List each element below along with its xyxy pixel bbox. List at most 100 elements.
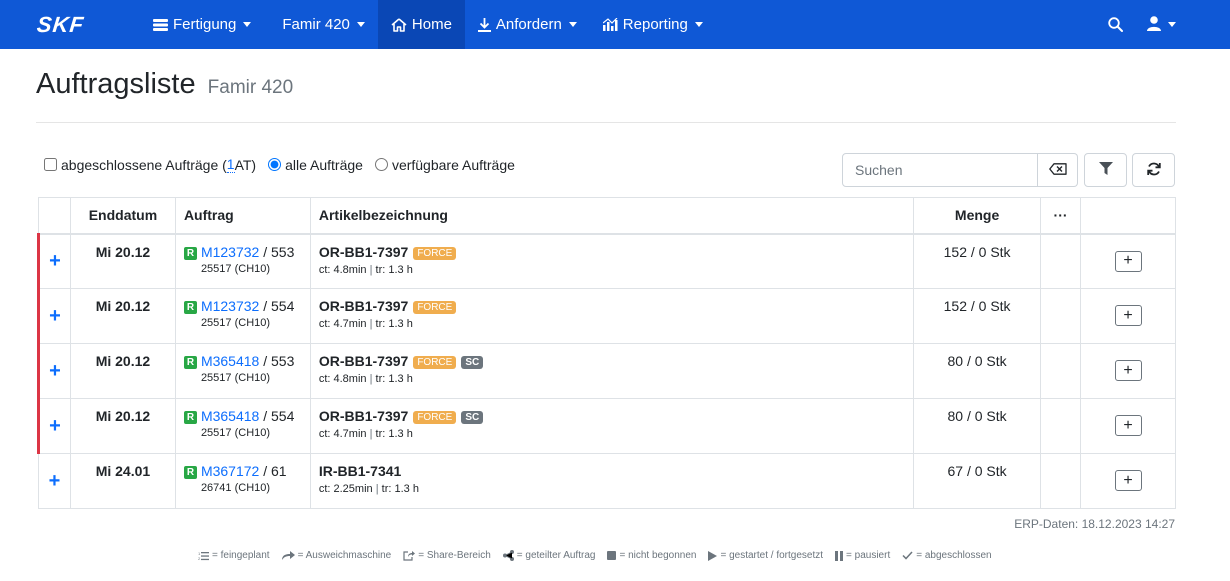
nav-reporting-label: Reporting: [622, 16, 688, 33]
expand-plus-icon[interactable]: +: [49, 250, 61, 272]
table-row[interactable]: + Mi 20.12 R M123732 / 554 25517 (CH10) O…: [37, 288, 1176, 344]
search-input[interactable]: [842, 153, 1038, 187]
action-cell: +: [1080, 288, 1176, 344]
completed-count-link[interactable]: 1: [226, 156, 235, 173]
filter-button[interactable]: [1084, 153, 1127, 187]
order-cell: R M123732 / 553 25517 (CH10): [174, 233, 311, 289]
enddate-cell: Mi 20.12: [69, 343, 176, 399]
article-meta: ct: 4.7min | tr: 1.3 h: [319, 428, 905, 440]
operation-number: / 61: [259, 463, 287, 479]
user-menu[interactable]: [1147, 0, 1230, 49]
all-orders-filter[interactable]: alle Aufträge: [268, 157, 363, 173]
completed-orders-checkbox[interactable]: [44, 158, 57, 171]
order-cell: R M367172 / 61 26741 (CH10): [174, 453, 311, 509]
expand-cell[interactable]: +: [37, 398, 71, 454]
force-badge: FORCE: [413, 356, 457, 369]
expand-cell[interactable]: +: [37, 233, 71, 289]
expand-cell[interactable]: +: [37, 288, 71, 344]
header-quantity[interactable]: Menge: [913, 197, 1042, 235]
cycle-time: ct: 4.8min: [318, 373, 367, 385]
plus-icon: +: [1123, 361, 1133, 379]
cycle-time: ct: 4.7min: [318, 318, 367, 330]
legend-item: = abgeschlossen: [902, 550, 992, 561]
article-name: OR-BB1-7397: [318, 243, 409, 260]
table-row[interactable]: + Mi 20.12 R M365418 / 554 25517 (CH10) O…: [37, 398, 1176, 454]
filter-icon: [1098, 162, 1113, 178]
nav-home[interactable]: Home: [377, 0, 465, 49]
legend-item: = pausiert: [835, 550, 890, 561]
article-cell: OR-BB1-7397 FORCE ct: 4.7min | tr: 1.3 h: [309, 288, 915, 344]
expand-plus-icon[interactable]: +: [49, 360, 61, 382]
add-button[interactable]: +: [1114, 250, 1142, 272]
plus-icon: +: [1123, 471, 1133, 489]
quantity-cell: 152 / 0 Stk: [913, 233, 1042, 289]
table-row[interactable]: + Mi 20.12 R M365418 / 553 25517 (CH10) O…: [37, 343, 1176, 399]
available-orders-radio[interactable]: [374, 158, 388, 171]
nav-machine-label: Famir 420: [282, 16, 350, 33]
add-button[interactable]: +: [1114, 415, 1142, 436]
header-action: [1080, 197, 1176, 235]
all-orders-radio[interactable]: [268, 158, 282, 171]
enddate-cell: Mi 24.01: [69, 453, 176, 509]
caret-down-icon: [1168, 22, 1176, 27]
available-orders-filter[interactable]: verfügbare Aufträge: [374, 157, 515, 173]
article-cell: OR-BB1-7397 FORCE ct: 4.8min | tr: 1.3 h: [309, 233, 915, 289]
order-filters: abgeschlossene Aufträge (1 AT) alle Auft…: [44, 156, 527, 173]
completed-orders-suffix: AT): [234, 156, 257, 173]
article-cell: IR-BB1-7341 ct: 2.25min | tr: 1.3 h: [309, 453, 915, 509]
add-button[interactable]: +: [1114, 305, 1142, 326]
order-link[interactable]: M123732: [201, 244, 259, 260]
legend-label: = abgeschlossen: [916, 550, 992, 561]
search-icon[interactable]: [1095, 0, 1135, 49]
order-cell: R M365418 / 553 25517 (CH10): [174, 343, 311, 399]
cycle-time: ct: 4.7min: [318, 428, 367, 440]
expand-plus-icon[interactable]: +: [49, 415, 61, 437]
legend-item: = geteilter Auftrag: [502, 550, 596, 561]
expand-plus-icon[interactable]: +: [49, 470, 61, 492]
nav-machine[interactable]: Famir 420: [264, 0, 378, 49]
article-meta: ct: 4.8min | tr: 1.3 h: [319, 264, 905, 276]
add-button[interactable]: +: [1114, 470, 1142, 491]
list-ordered-icon: 12: [198, 551, 209, 561]
expand-cell[interactable]: +: [37, 343, 71, 399]
meta-separator: |: [375, 483, 379, 495]
force-badge: FORCE: [413, 301, 457, 314]
header-article[interactable]: Artikelbezeichnung: [309, 197, 915, 235]
nav-fertigung-label: Fertigung: [173, 16, 237, 33]
order-link[interactable]: M365418: [201, 408, 259, 424]
svg-text:2: 2: [198, 556, 201, 561]
refresh-icon: [1146, 162, 1161, 179]
legend-item: = Share-Bereich: [403, 550, 491, 561]
order-link[interactable]: M123732: [201, 298, 259, 314]
header-enddate[interactable]: Enddatum: [69, 197, 176, 235]
operation-number: / 553: [259, 243, 295, 260]
more-cell: [1040, 288, 1082, 344]
meta-separator: |: [369, 263, 373, 276]
plus-icon: +: [1123, 416, 1133, 434]
header-order[interactable]: Auftrag: [174, 197, 311, 235]
order-link[interactable]: M367172: [201, 463, 259, 479]
clear-search-button[interactable]: [1038, 153, 1078, 187]
skf-logo[interactable]: SKF: [0, 0, 140, 49]
nav-anfordern[interactable]: Anfordern: [465, 0, 590, 49]
sc-badge: SC: [461, 356, 484, 369]
order-reference: 25517 (CH10): [200, 317, 271, 329]
refresh-button[interactable]: [1132, 153, 1175, 187]
header-more[interactable]: ···: [1040, 197, 1082, 235]
article-cell: OR-BB1-7397 FORCE SC ct: 4.7min | tr: 1.3 …: [309, 398, 915, 454]
legend-item: = Ausweichmaschine: [281, 550, 391, 561]
table-row[interactable]: + Mi 24.01 R M367172 / 61 26741 (CH10) IR…: [38, 453, 1176, 509]
article-meta: ct: 4.7min | tr: 1.3 h: [319, 318, 905, 330]
article-meta: ct: 4.8min | tr: 1.3 h: [319, 373, 905, 385]
expand-cell[interactable]: +: [38, 453, 71, 509]
expand-plus-icon[interactable]: +: [49, 305, 61, 327]
user-icon: [1147, 15, 1161, 34]
nav-fertigung[interactable]: Fertigung: [140, 0, 264, 49]
legend-label: = geteilter Auftrag: [516, 550, 596, 561]
completed-orders-filter[interactable]: abgeschlossene Aufträge (1 AT): [44, 156, 256, 173]
add-button[interactable]: +: [1114, 360, 1142, 381]
order-link[interactable]: M365418: [201, 353, 259, 369]
table-row[interactable]: + Mi 20.12 R M123732 / 553 25517 (CH10) O…: [37, 233, 1176, 289]
share-arrow-icon: [281, 551, 295, 560]
nav-reporting[interactable]: Reporting: [590, 0, 716, 49]
